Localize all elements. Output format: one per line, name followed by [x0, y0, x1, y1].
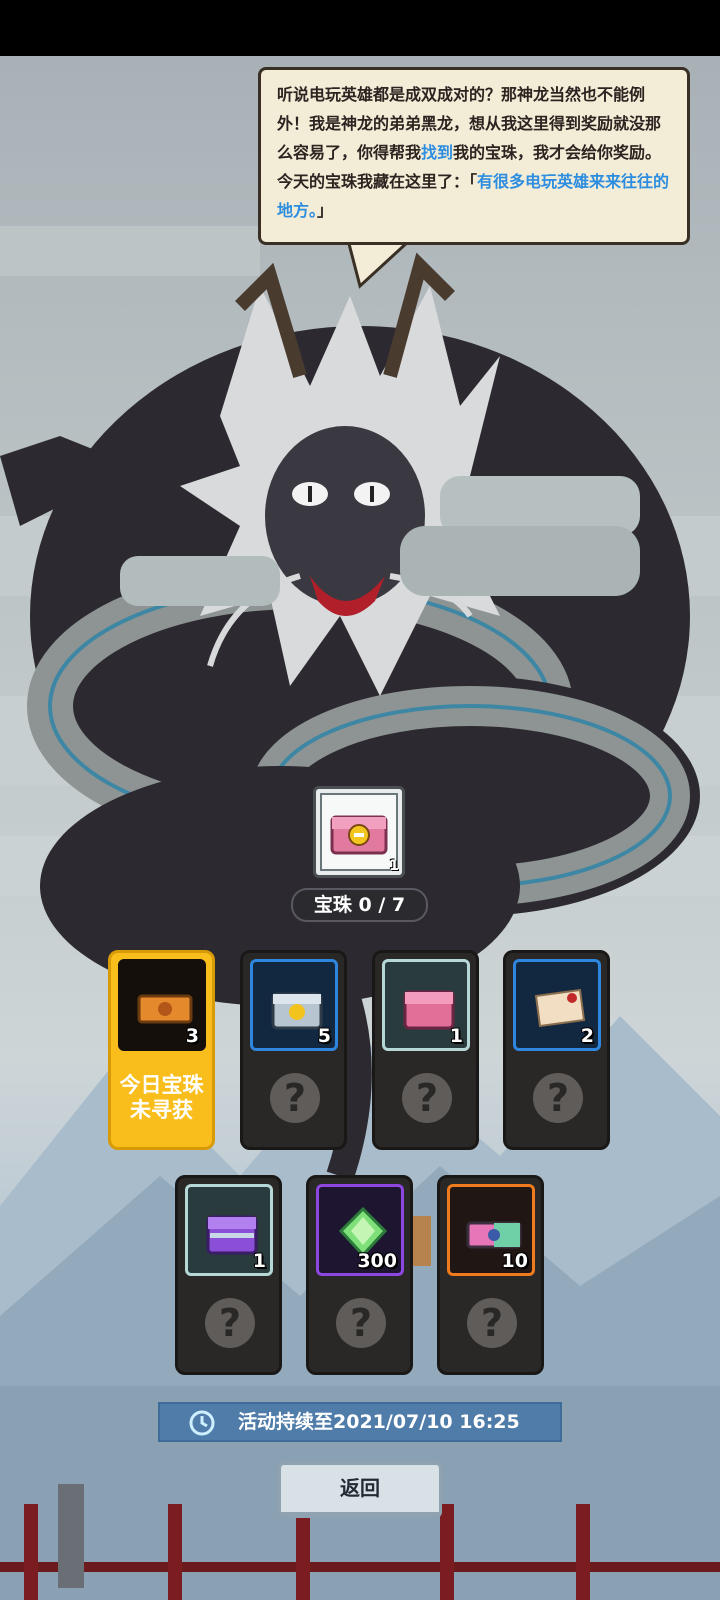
unknown-reward-icon: ? — [270, 1073, 320, 1123]
main-prize-slot[interactable]: 1 — [313, 786, 405, 878]
reward-count: 2 — [580, 1025, 594, 1047]
reward-slot: 3 — [118, 959, 206, 1051]
reward-slot: 1 — [382, 959, 470, 1051]
main-prize-count: 1 — [389, 858, 399, 874]
unknown-reward-icon: ? — [336, 1298, 386, 1348]
reward-slot: 300 — [316, 1184, 404, 1276]
event-end-time: 活动持续至2021/07/10 16:25 — [238, 1411, 520, 1433]
clock-icon — [189, 1410, 215, 1436]
reward-card-green-gem[interactable]: 300 ? — [306, 1175, 413, 1375]
reward-count: 300 — [357, 1250, 397, 1272]
dialogue-highlight-find: 找到 — [421, 143, 454, 162]
pearl-status: 今日宝珠未寻获 — [119, 1073, 204, 1122]
reward-slot: 10 — [447, 1184, 535, 1276]
reward-count: 1 — [252, 1250, 266, 1272]
reward-card-purple-chest[interactable]: 1 ? — [175, 1175, 282, 1375]
unknown-reward-icon: ? — [205, 1298, 255, 1348]
unknown-reward-icon: ? — [533, 1073, 583, 1123]
reward-count: 5 — [317, 1025, 331, 1047]
back-button[interactable]: 返回 — [278, 1462, 442, 1518]
reward-card-pink-chest[interactable]: 1 ? — [372, 950, 479, 1150]
reward-card-blue-chest[interactable]: 5 ? — [240, 950, 347, 1150]
main-prize-frame — [320, 793, 398, 871]
status-bar — [0, 0, 720, 56]
reward-count: 10 — [501, 1250, 528, 1272]
event-timer: 活动持续至2021/07/10 16:25 — [158, 1402, 562, 1442]
reward-card-scroll[interactable]: 2 ? — [503, 950, 610, 1150]
dragon-dialogue: 听说电玩英雄都是成双成对的？那神龙当然也不能例外！我是神龙的弟弟黑龙，想从我这里… — [258, 67, 690, 245]
speech-bubble-tail — [346, 240, 413, 289]
reward-card-rainbow-ticket[interactable]: 10 ? — [437, 1175, 544, 1375]
reward-slot: 1 — [185, 1184, 273, 1276]
reward-count: 1 — [449, 1025, 463, 1047]
pink-gold-chest-icon — [330, 815, 388, 855]
pearl-progress: 宝珠 0 / 7 — [291, 888, 428, 922]
reward-slot: 2 — [513, 959, 601, 1051]
unknown-reward-icon: ? — [467, 1298, 517, 1348]
dialogue-text-3: 」 — [317, 201, 334, 220]
reward-card-bronze-ticket[interactable]: 3 今日宝珠未寻获 — [108, 950, 215, 1150]
reward-count: 3 — [185, 1025, 199, 1047]
unknown-reward-icon: ? — [402, 1073, 452, 1123]
reward-slot: 5 — [250, 959, 338, 1051]
